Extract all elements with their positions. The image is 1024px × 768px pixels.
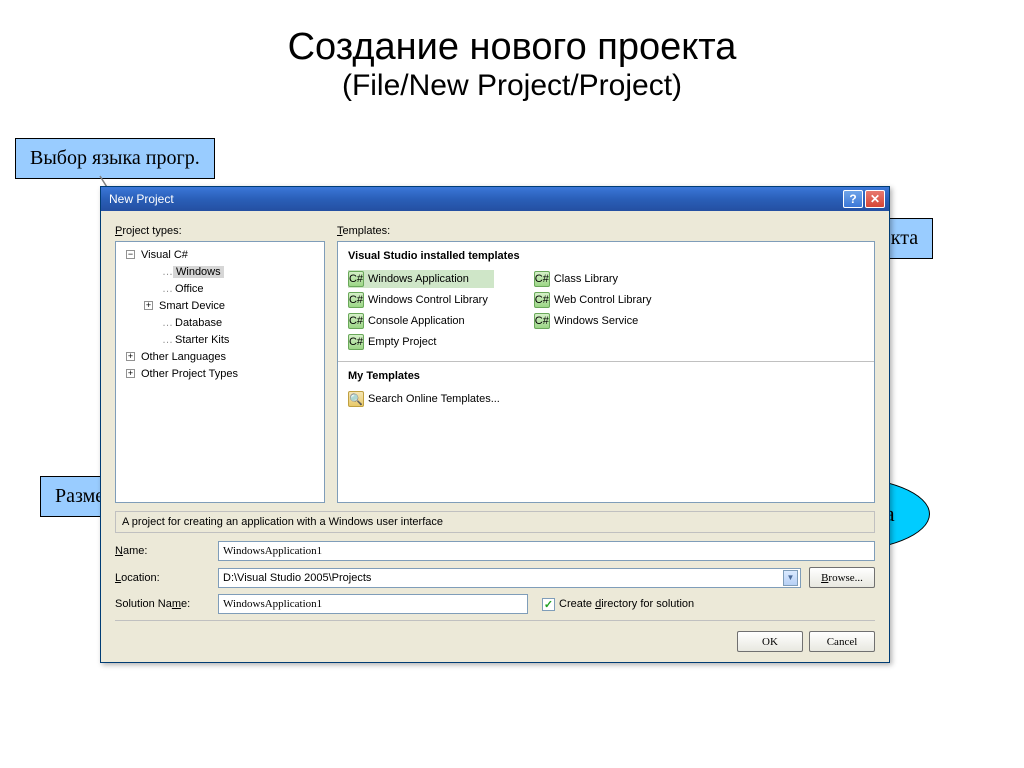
expand-icon[interactable]: + bbox=[126, 369, 135, 378]
csharp-icon: C# bbox=[348, 271, 364, 287]
chevron-down-icon[interactable]: ▼ bbox=[783, 570, 798, 586]
tree-node-other-languages[interactable]: +Other Languages bbox=[118, 348, 322, 365]
solution-name-input[interactable] bbox=[218, 594, 528, 614]
template-windows-control-library[interactable]: C#Windows Control Library bbox=[348, 291, 494, 309]
project-types-label: Project types: bbox=[115, 225, 325, 237]
dialog-titlebar[interactable]: New Project ? ✕ bbox=[101, 187, 889, 211]
csharp-icon: C# bbox=[348, 334, 364, 350]
project-name-input[interactable] bbox=[218, 541, 875, 561]
name-label: Name: bbox=[115, 545, 210, 557]
project-types-tree[interactable]: − Visual C# …Windows …Office +Smart Devi… bbox=[115, 241, 325, 503]
ok-button[interactable]: OK bbox=[737, 631, 803, 652]
csharp-icon: C# bbox=[348, 292, 364, 308]
tree-node-starter-kits[interactable]: …Starter Kits bbox=[118, 331, 322, 348]
location-dropdown[interactable]: D:\Visual Studio 2005\Projects ▼ bbox=[218, 568, 801, 588]
csharp-icon: C# bbox=[534, 292, 550, 308]
checkbox-icon: ✓ bbox=[542, 598, 555, 611]
tree-node-office[interactable]: …Office bbox=[118, 280, 322, 297]
browse-button[interactable]: Browse... bbox=[809, 567, 875, 588]
template-console-application[interactable]: C#Console Application bbox=[348, 312, 494, 330]
search-icon: 🔍 bbox=[348, 391, 364, 407]
template-search-online[interactable]: 🔍Search Online Templates... bbox=[348, 390, 506, 408]
expand-icon[interactable]: + bbox=[126, 352, 135, 361]
templates-header-my: My Templates bbox=[338, 362, 874, 386]
template-description: A project for creating an application wi… bbox=[115, 511, 875, 533]
title-line1: Создание нового проекта bbox=[0, 26, 1024, 69]
templates-pane[interactable]: Visual Studio installed templates C#Wind… bbox=[337, 241, 875, 503]
create-directory-checkbox[interactable]: ✓ Create directory for solution bbox=[542, 598, 694, 611]
help-button[interactable]: ? bbox=[843, 190, 863, 208]
title-line2: (File/New Project/Project) bbox=[0, 69, 1024, 103]
slide-title: Создание нового проекта (File/New Projec… bbox=[0, 26, 1024, 103]
new-project-dialog: New Project ? ✕ Project types: − Visual … bbox=[100, 186, 890, 663]
tree-node-other-project-types[interactable]: +Other Project Types bbox=[118, 365, 322, 382]
tree-node-database[interactable]: …Database bbox=[118, 314, 322, 331]
template-web-control-library[interactable]: C#Web Control Library bbox=[534, 291, 658, 309]
template-class-library[interactable]: C#Class Library bbox=[534, 270, 658, 288]
tree-node-smart-device[interactable]: +Smart Device bbox=[118, 297, 322, 314]
csharp-icon: C# bbox=[534, 271, 550, 287]
callout-language: Выбор языка прогр. bbox=[15, 138, 215, 179]
expand-icon[interactable]: + bbox=[144, 301, 153, 310]
csharp-icon: C# bbox=[348, 313, 364, 329]
collapse-icon[interactable]: − bbox=[126, 250, 135, 259]
template-windows-application[interactable]: C#Windows Application bbox=[348, 270, 494, 288]
location-label: Location: bbox=[115, 572, 210, 584]
solution-name-label: Solution Name: bbox=[115, 598, 210, 610]
cancel-button[interactable]: Cancel bbox=[809, 631, 875, 652]
template-empty-project[interactable]: C#Empty Project bbox=[348, 333, 494, 351]
templates-label: Templates: bbox=[337, 225, 875, 237]
close-button[interactable]: ✕ bbox=[865, 190, 885, 208]
template-windows-service[interactable]: C#Windows Service bbox=[534, 312, 658, 330]
tree-node-visual-csharp[interactable]: − Visual C# bbox=[118, 246, 322, 263]
tree-node-windows[interactable]: …Windows bbox=[118, 263, 322, 280]
templates-header-installed: Visual Studio installed templates bbox=[338, 242, 874, 266]
dialog-title: New Project bbox=[109, 192, 174, 206]
csharp-icon: C# bbox=[534, 313, 550, 329]
